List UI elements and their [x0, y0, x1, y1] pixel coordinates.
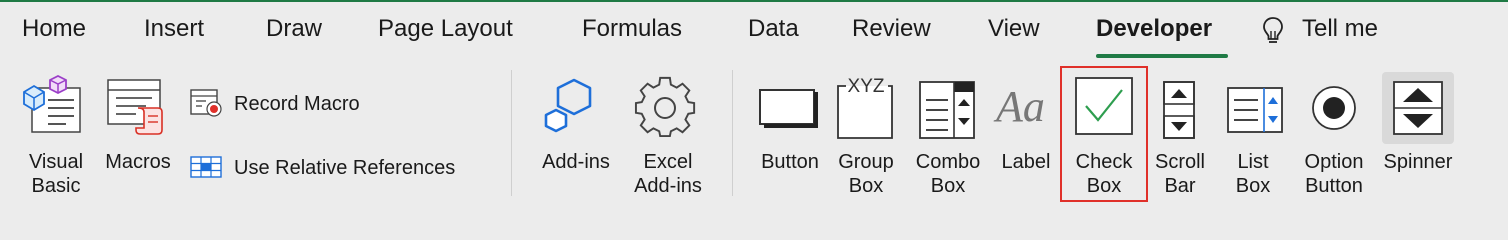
record-macro-icon: [190, 88, 224, 123]
tab-page-layout[interactable]: Page Layout: [378, 14, 513, 44]
scroll-bar-icon: [1162, 80, 1196, 145]
tab-insert[interactable]: Insert: [144, 14, 204, 44]
add-ins-icon: [544, 74, 608, 143]
button-control-icon: [758, 86, 822, 135]
macros-label: Macros: [105, 151, 171, 173]
spinner-control[interactable]: Spinner: [1378, 72, 1458, 202]
tab-draw[interactable]: Draw: [266, 14, 322, 44]
tab-developer[interactable]: Developer: [1096, 14, 1212, 44]
macros-icon: [106, 76, 168, 143]
visual-basic-icon: [22, 74, 86, 141]
tell-me-search[interactable]: Tell me: [1302, 14, 1378, 44]
gear-icon: [634, 76, 698, 145]
visual-basic-button[interactable]: Visual Basic: [10, 72, 102, 202]
tab-review[interactable]: Review: [852, 14, 931, 44]
macros-button[interactable]: Macros: [98, 72, 178, 202]
tab-view[interactable]: View: [988, 14, 1040, 44]
excel-add-ins-label: Excel Add-ins: [634, 151, 702, 197]
relative-references-grid-icon: [190, 156, 224, 183]
active-tab-indicator: [1096, 54, 1228, 58]
option-button-icon: [1310, 84, 1360, 139]
option-button-control[interactable]: Option Button: [1296, 72, 1372, 202]
record-macro-label: Record Macro: [234, 93, 360, 115]
use-relative-references-button[interactable]: Use Relative References: [188, 150, 488, 186]
group-box-icon-text: XYZ: [848, 76, 885, 97]
combo-box-control[interactable]: Combo Box: [910, 72, 986, 202]
group-separator: [511, 70, 512, 196]
ribbon-body: Visual Basic Macros Record Macro Use Rel…: [0, 62, 1508, 206]
tab-home[interactable]: Home: [22, 14, 86, 44]
excel-add-ins-button[interactable]: Excel Add-ins: [628, 72, 708, 202]
group-box-icon: XYZ: [836, 76, 896, 145]
spinner-label: Spinner: [1383, 151, 1453, 173]
list-box-icon: [1226, 86, 1286, 141]
combo-box-icon: [918, 80, 978, 145]
spinner-icon: [1392, 80, 1446, 143]
lightbulb-icon: [1262, 16, 1284, 51]
tab-data[interactable]: Data: [748, 14, 799, 44]
group-separator: [732, 70, 733, 196]
record-macro-button[interactable]: Record Macro: [188, 86, 388, 122]
use-relative-references-label: Use Relative References: [234, 157, 456, 179]
label-control-icon: Aa: [996, 82, 1045, 131]
tab-formulas[interactable]: Formulas: [582, 14, 682, 44]
checkmark-icon: [1074, 76, 1134, 141]
ribbon-tab-bar: Home Insert Draw Page Layout Formulas Da…: [0, 2, 1508, 62]
